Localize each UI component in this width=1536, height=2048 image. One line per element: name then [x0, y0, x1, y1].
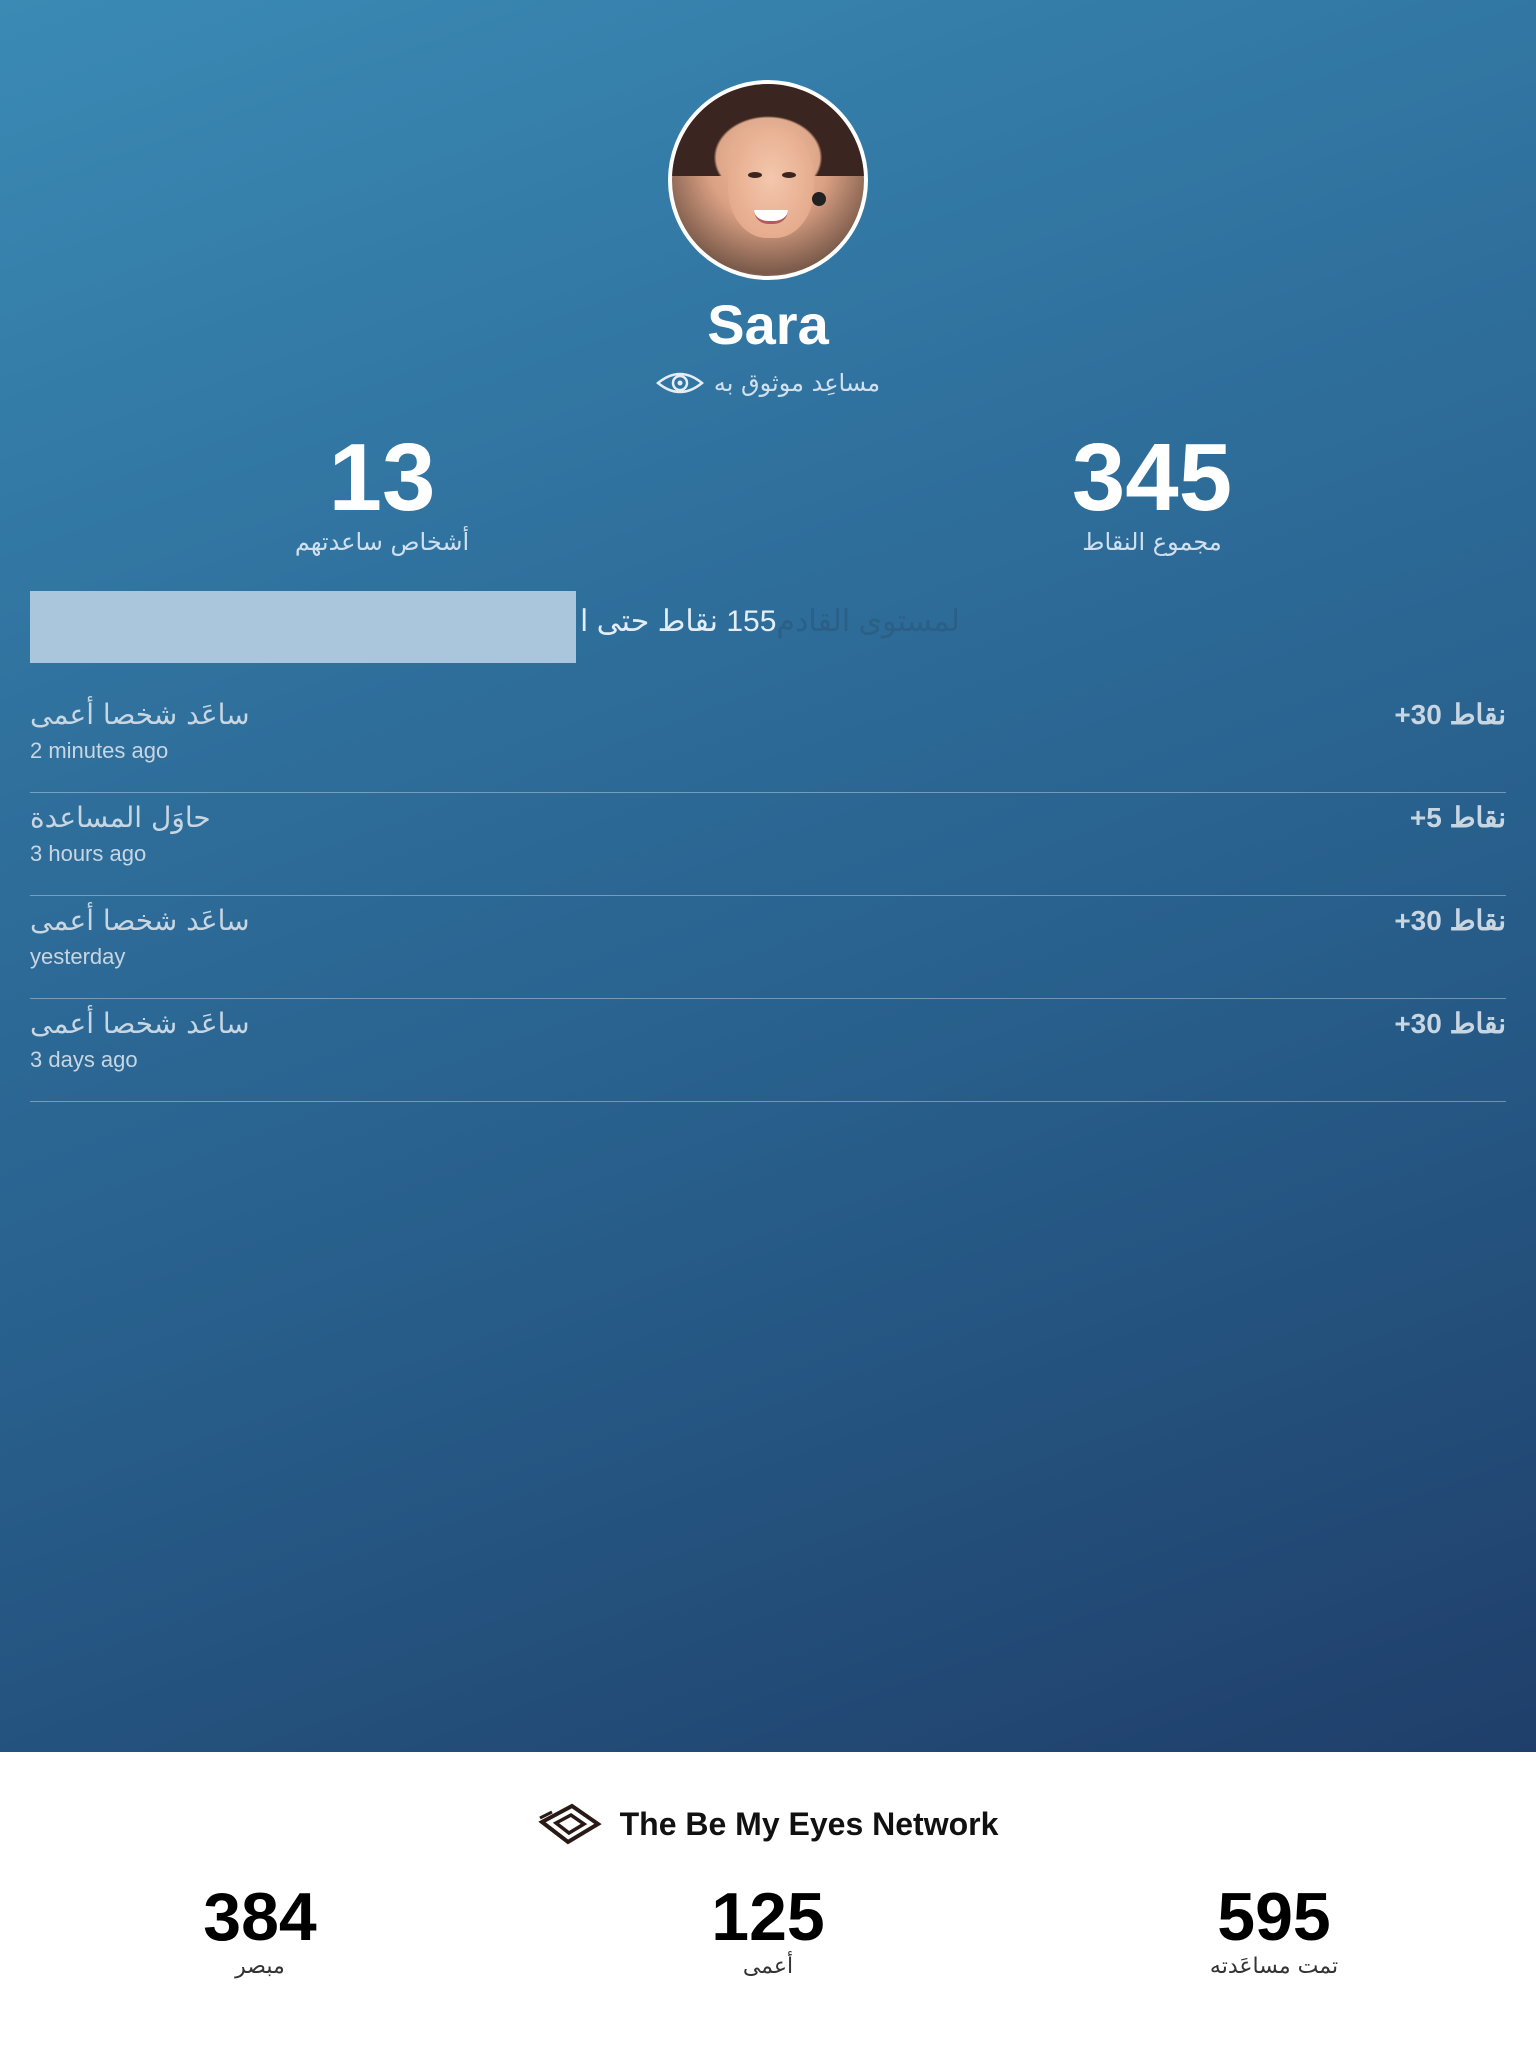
activity-points: +30 نقاط [1394, 905, 1506, 936]
list-item[interactable]: ساعَد شخصا أعمى 3 days ago +30 نقاط [30, 999, 1506, 1102]
activity-points: +5 نقاط [1409, 802, 1506, 833]
list-item[interactable]: ساعَد شخصا أعمى 2 minutes ago +30 نقاط [30, 690, 1506, 793]
avatar[interactable] [668, 80, 868, 280]
network-title: The Be My Eyes Network [619, 1805, 999, 1842]
role-label: مساعِد موثوق به [713, 369, 881, 397]
level-progress-text: لمستوى القادم155 نقاط حتى ا [580, 604, 960, 639]
activity-time: 3 hours ago [30, 841, 147, 866]
list-item[interactable]: ساعَد شخصا أعمى yesterday +30 نقاط [30, 896, 1506, 999]
blind-stat: 125 أعمى [568, 1882, 968, 1979]
user-name: Sara [707, 293, 829, 356]
blind-label: أعمى [742, 1954, 794, 1979]
helped-label: أشخاص ساعدتهم [294, 528, 470, 556]
activity-title: ساعَد شخصا أعمى [30, 698, 250, 731]
points-total: 345 [1071, 424, 1233, 531]
activity-points: +30 نقاط [1394, 699, 1506, 730]
helped-stat: 13 أشخاص ساعدتهم [182, 424, 582, 557]
activity-time: yesterday [30, 944, 126, 969]
activity-time: 2 minutes ago [30, 738, 169, 763]
points-stat: 345 مجموع النقاط [952, 424, 1352, 557]
progress-text-after: لمستوى القادم [776, 605, 960, 638]
activity-title: حاوَل المساعدة [30, 801, 211, 834]
helped-total-stat: 595 تمت مساعَدته [1074, 1882, 1474, 1979]
progress-text-before: 155 نقاط حتى ا [580, 605, 777, 638]
sighted-count: 384 [203, 1879, 317, 1955]
sighted-label: مبصر [235, 1954, 285, 1979]
activity-list: ساعَد شخصا أعمى 2 minutes ago +30 نقاط ح… [30, 690, 1506, 1102]
activity-title: ساعَد شخصا أعمى [30, 904, 250, 937]
helped-total-label: تمت مساعَدته [1209, 1954, 1339, 1979]
level-progress-fill [30, 591, 577, 663]
activity-title: ساعَد شخصا أعمى [30, 1007, 250, 1040]
helped-total-count: 595 [1217, 1879, 1331, 1955]
sighted-stat: 384 مبصر [60, 1882, 460, 1979]
be-my-eyes-logo [537, 1803, 602, 1845]
list-item[interactable]: حاوَل المساعدة 3 hours ago +5 نقاط [30, 793, 1506, 896]
network-header: The Be My Eyes Network [0, 1802, 1536, 1846]
activity-time: 3 days ago [30, 1047, 138, 1072]
user-role: مساعِد موثوق به [0, 368, 1536, 398]
profile-panel: Sara مساعِد موثوق به 13 أشخاص ساعدتهم 34… [0, 0, 1536, 1752]
eye-icon [655, 372, 704, 394]
network-panel: The Be My Eyes Network 384 مبصر 125 أعمى… [0, 1752, 1536, 2048]
helped-count: 13 [328, 424, 436, 531]
activity-points: +30 نقاط [1394, 1008, 1506, 1039]
points-label: مجموع النقاط [1082, 528, 1222, 556]
blind-count: 125 [711, 1879, 825, 1955]
